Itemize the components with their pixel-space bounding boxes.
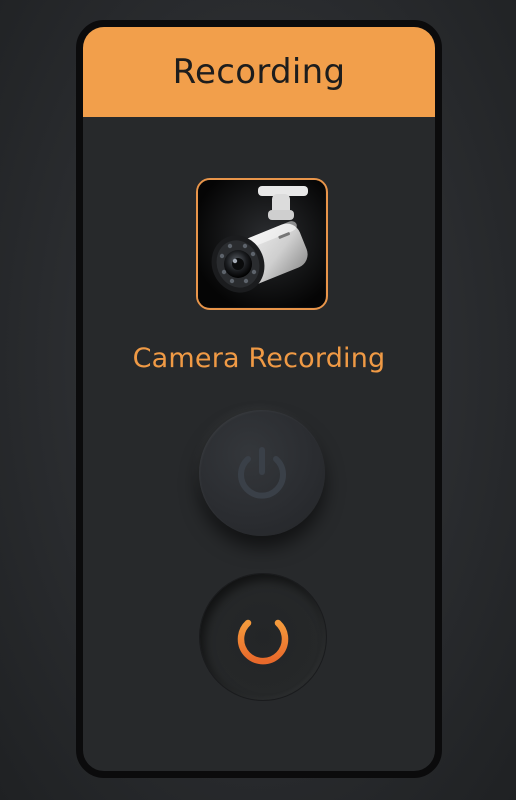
camera-thumbnail[interactable] (196, 178, 328, 310)
power-on-button[interactable] (199, 573, 327, 701)
power-off-button[interactable] (199, 410, 325, 536)
camera-recording-label: Camera Recording (132, 343, 386, 374)
cctv-camera-icon (198, 180, 325, 307)
power-icon (238, 447, 286, 499)
page-title: Recording (172, 52, 346, 92)
app-frame: Recording Camera Recording (76, 20, 442, 778)
title-bar: Recording (83, 27, 435, 117)
power-icon (237, 608, 289, 665)
